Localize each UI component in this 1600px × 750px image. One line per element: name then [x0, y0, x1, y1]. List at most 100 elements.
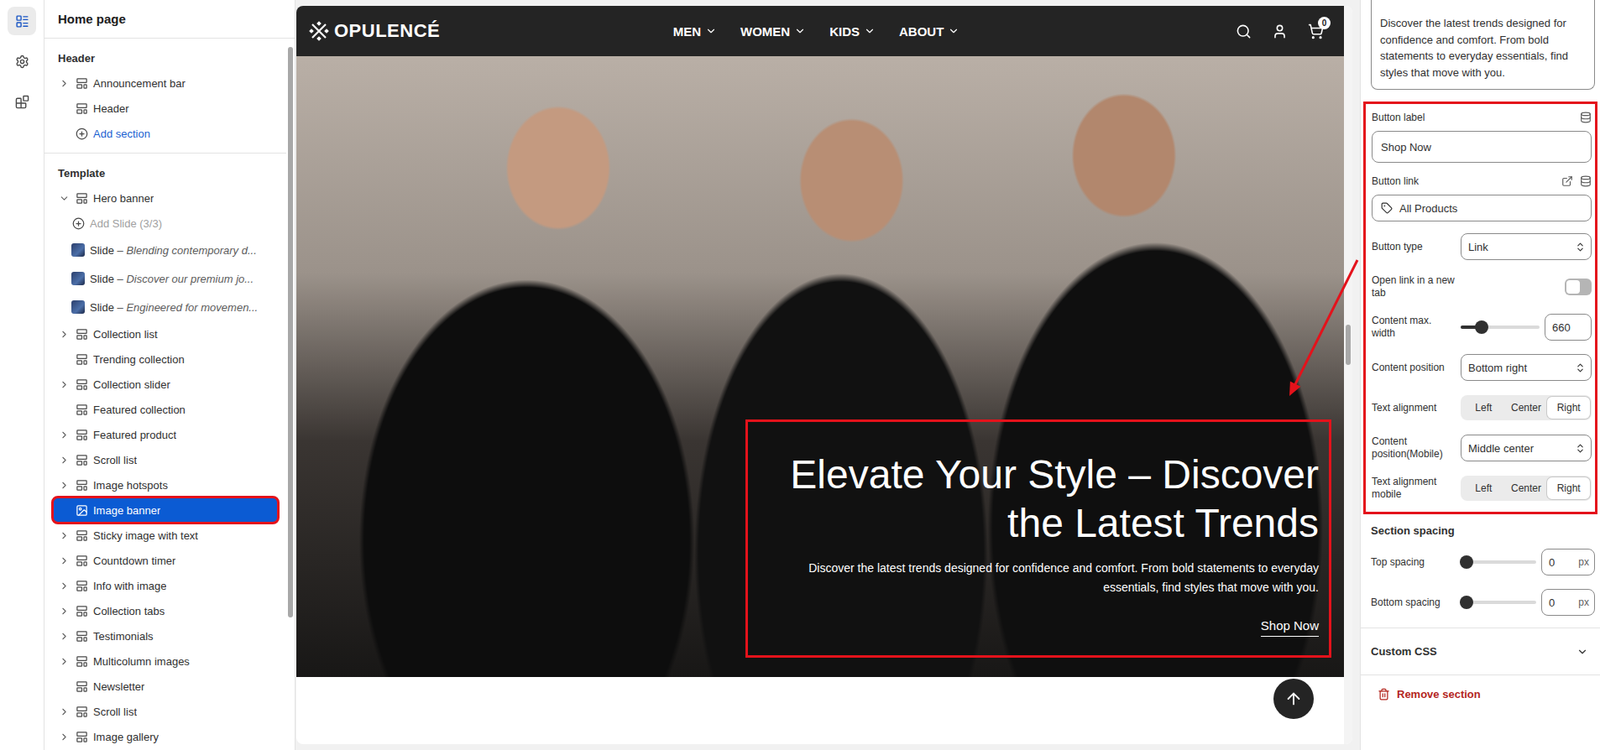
chevron-right-icon[interactable] — [58, 454, 70, 466]
segment-option[interactable]: Center — [1505, 477, 1548, 500]
chevron-right-icon[interactable] — [58, 706, 70, 718]
setting-field: Content position(Mobile)Middle center — [1371, 433, 1592, 464]
sections-icon — [15, 14, 30, 29]
chevron-right-icon[interactable] — [58, 480, 70, 492]
sidebar-item[interactable]: Trending collection — [52, 346, 278, 372]
external-link-icon[interactable] — [1561, 175, 1574, 188]
number-input[interactable]: 660 — [1544, 313, 1592, 341]
sidebar-item[interactable]: Image gallery — [52, 724, 278, 750]
description-textarea[interactable]: Discover the latest trends designed for … — [1370, 0, 1595, 90]
dynamic-source-icon[interactable] — [1579, 111, 1592, 124]
sidebar-item[interactable]: Slide – Engineered for movemen... — [52, 292, 278, 322]
setting-field: Text alignment mobileLeftCenterRight — [1371, 473, 1592, 504]
banner-button[interactable]: Shop Now — [1260, 618, 1319, 638]
chevron-right-icon[interactable] — [58, 656, 70, 668]
sections-sidebar: Home pageHeaderAnnouncement barHeaderAdd… — [44, 0, 296, 750]
sidebar-item-label: Countdown timer — [93, 554, 176, 568]
back-to-top-button[interactable] — [1273, 679, 1314, 720]
slider-knob[interactable] — [1459, 555, 1474, 570]
nav-item[interactable]: MEN — [673, 24, 717, 39]
sidebar-item-label: Collection slider — [93, 378, 171, 392]
number-input[interactable]: 0px — [1541, 549, 1595, 576]
select[interactable]: Middle center — [1460, 434, 1592, 462]
segmented-control: LeftCenterRight — [1460, 475, 1592, 502]
chevron-right-icon[interactable] — [58, 555, 70, 567]
sidebar-item[interactable]: Collection tabs — [52, 598, 278, 624]
sidebar-item[interactable]: Info with image — [52, 573, 278, 599]
rail-button[interactable] — [7, 6, 37, 36]
sidebar-item[interactable]: Hero banner — [52, 185, 278, 211]
sidebar-item[interactable]: Announcement bar — [52, 70, 278, 96]
sidebar-item[interactable]: Scroll list — [52, 447, 278, 473]
slider-knob[interactable] — [1459, 596, 1474, 610]
section-icon — [75, 529, 89, 543]
number-input[interactable]: 0px — [1541, 589, 1595, 617]
image-banner[interactable]: Elevate Your Style – Discover the Latest… — [296, 56, 1344, 678]
chevron-right-icon[interactable] — [58, 429, 70, 441]
segment-option[interactable]: Right — [1547, 397, 1590, 419]
toggle-knob — [1566, 280, 1580, 294]
sidebar-item[interactable]: Featured product — [52, 422, 278, 448]
chevron-right-icon[interactable] — [58, 580, 70, 592]
rail-button[interactable] — [7, 87, 37, 116]
sidebar-item-label: Featured product — [93, 428, 177, 442]
select[interactable]: Bottom right — [1460, 354, 1592, 382]
sidebar-item[interactable]: Image banner — [52, 497, 278, 523]
chevron-down-icon[interactable] — [58, 193, 70, 204]
slider[interactable] — [1459, 560, 1537, 565]
text-input[interactable]: Shop Now — [1371, 130, 1592, 163]
rail-button[interactable] — [7, 47, 37, 76]
sidebar-item[interactable]: Header — [52, 95, 278, 121]
sidebar-item[interactable]: Collection list — [52, 321, 278, 347]
sidebar-item[interactable]: Scroll list — [52, 699, 278, 725]
dynamic-source-icon[interactable] — [1579, 175, 1592, 188]
nav-item[interactable]: WOMEN — [740, 24, 806, 39]
slider[interactable] — [1459, 601, 1537, 605]
slider-knob[interactable] — [1474, 320, 1489, 335]
chevron-right-icon[interactable] — [58, 379, 70, 391]
sidebar-item-label: Image hotspots — [93, 479, 168, 492]
search-icon[interactable] — [1235, 23, 1252, 40]
chevron-right-icon[interactable] — [58, 329, 70, 340]
sidebar-item[interactable]: Newsletter — [52, 674, 278, 700]
remove-section-button[interactable]: Remove section — [1360, 675, 1600, 713]
chevron-right-icon[interactable] — [58, 631, 70, 643]
toggle[interactable] — [1564, 278, 1592, 296]
sidebar-item[interactable]: Countdown timer — [52, 548, 278, 574]
section-icon — [75, 102, 89, 116]
store-logo[interactable]: OPULENCÉ — [308, 20, 561, 42]
custom-css-toggle[interactable]: Custom CSS — [1360, 628, 1600, 676]
segment-option[interactable]: Right — [1547, 477, 1590, 500]
sidebar-item[interactable]: Featured collection — [52, 397, 278, 423]
sidebar-item[interactable]: Slide – Discover our premium jo... — [52, 264, 278, 293]
sidebar-item[interactable]: Slide – Blending contemporary d... — [52, 235, 278, 265]
sidebar-item[interactable]: Collection slider — [52, 371, 278, 398]
scrollbar[interactable] — [286, 38, 295, 750]
slider[interactable] — [1460, 325, 1540, 330]
select[interactable]: Link — [1460, 233, 1592, 261]
sidebar-item-detail: – Discover our premium jo... — [117, 272, 255, 286]
section-group: TemplateHero bannerAdd Slide (3/3)Slide … — [44, 160, 287, 750]
settings-panel: Discover the latest trends designed for … — [1359, 0, 1600, 750]
segment-option[interactable]: Center — [1505, 397, 1548, 419]
sidebar-item[interactable]: Sticky image with text — [52, 522, 278, 549]
sidebar-item[interactable]: Testimonials — [52, 623, 278, 649]
spacing-field: Bottom spacing0px — [1370, 587, 1595, 618]
chevron-right-icon[interactable] — [58, 732, 70, 743]
chevron-right-icon[interactable] — [58, 78, 70, 89]
chevron-down-icon — [1576, 646, 1589, 659]
nav-item[interactable]: ABOUT — [899, 24, 960, 39]
nav-item[interactable]: KIDS — [829, 24, 876, 39]
chevron-right-icon[interactable] — [58, 606, 70, 617]
link-input[interactable]: All Products — [1371, 194, 1592, 222]
chevron-right-icon[interactable] — [58, 530, 70, 542]
slide-thumbnail-icon — [71, 243, 85, 257]
segment-option[interactable]: Left — [1462, 477, 1506, 500]
sidebar-item[interactable]: Image hotspots — [52, 472, 278, 498]
user-icon[interactable] — [1271, 23, 1288, 40]
sidebar-item[interactable]: Add section — [52, 120, 278, 147]
field-label: Text alignment — [1371, 402, 1456, 415]
sidebar-item[interactable]: Multicolumn images — [52, 648, 278, 675]
segment-option[interactable]: Left — [1462, 397, 1506, 419]
preview-scrollbar[interactable] — [1343, 5, 1353, 745]
